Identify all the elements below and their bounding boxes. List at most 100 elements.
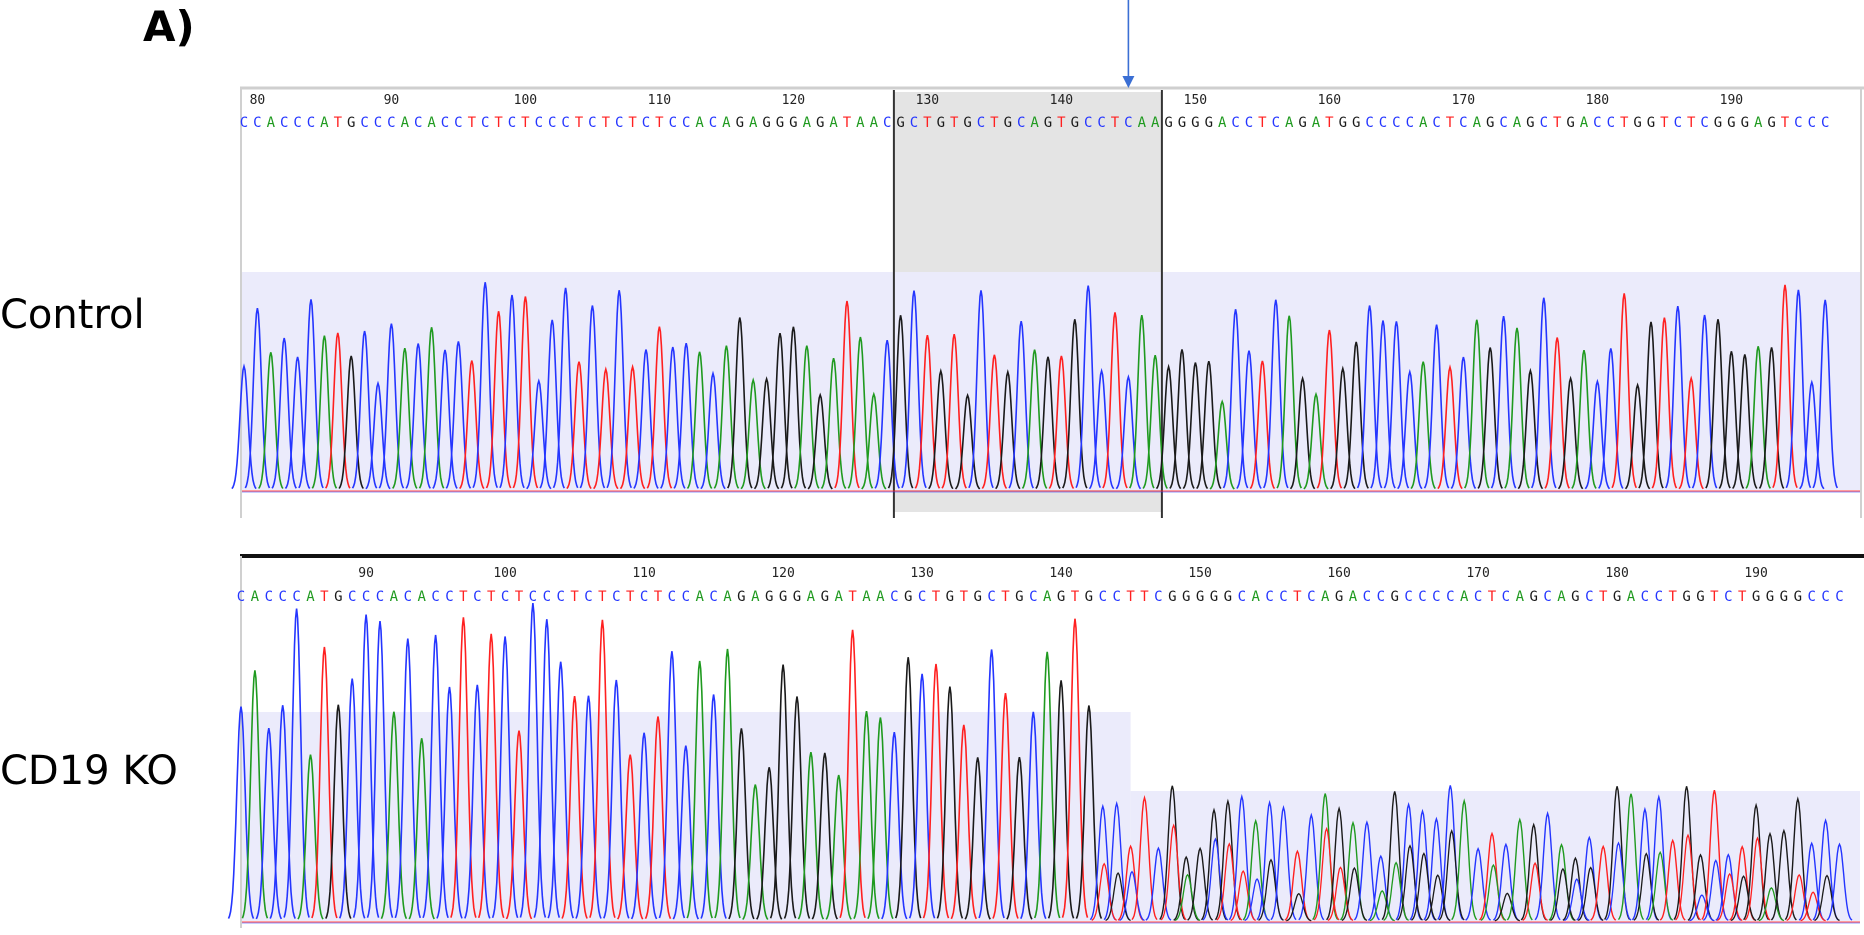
base-call: G [789,115,797,131]
tick-label: 100 [493,566,516,581]
base-call: C [1821,589,1829,605]
base-call: T [990,115,999,131]
tick-label: 190 [1744,566,1767,581]
base-call: A [722,115,731,131]
base-call: T [1057,115,1066,131]
base-call: A [749,115,758,131]
base-call: C [441,115,449,131]
base-call: G [904,589,912,605]
base-call: A [876,589,885,605]
base-call: T [1660,115,1669,131]
base-call: C [535,115,543,131]
base-call: C [1674,115,1682,131]
base-call: A [251,589,260,605]
base-call: C [387,115,395,131]
base-call: C [1363,589,1371,605]
base-call: A [807,589,816,605]
base-call: G [1486,115,1494,131]
base-call: G [1205,115,1213,131]
base-call: A [1419,115,1428,131]
base-call: C [374,115,382,131]
base-call: T [1687,115,1696,131]
tick-label: 120 [771,566,794,581]
ko-trace-panel: 90 100 110 120 130 140 150 160 170 180 190C A C C C A T G… [227,554,1864,928]
base-call: C [1700,115,1708,131]
base-call: C [1097,115,1105,131]
cut-site-arrow-icon [1122,76,1135,88]
base-call: G [737,589,745,605]
tick-label: 190 [1720,93,1743,108]
base-call: G [963,115,971,131]
base-call: C [1404,589,1412,605]
base-call: G [1339,115,1347,131]
base-call: C [376,589,384,605]
base-call: C [348,589,356,605]
base-call: G [1390,589,1398,605]
base-call: T [923,115,932,131]
base-call: A [1349,589,1358,605]
base-call: A [320,115,329,131]
base-call: C [481,115,489,131]
base-call: C [890,589,898,605]
base-call: A [695,115,704,131]
base-call: C [682,589,690,605]
base-call: A [856,115,865,131]
base-call: C [1808,115,1816,131]
tick-label: 110 [632,566,655,581]
base-call: T [655,115,664,131]
base-call: T [1071,589,1080,605]
base-call: T [950,115,959,131]
base-call: C [977,115,985,131]
base-call: T [654,589,663,605]
base-call: C [615,115,623,131]
base-call: A [1218,115,1227,131]
base-call: A [862,589,871,605]
base-call: G [736,115,744,131]
tick-label: 90 [384,93,400,108]
base-call: C [414,115,422,131]
base-call: G [1224,589,1232,605]
base-call: A [306,589,315,605]
tick-label: 170 [1466,566,1489,581]
base-call: C [561,115,569,131]
base-call: C [1231,115,1239,131]
base-call: G [1633,115,1641,131]
base-call: T [1325,115,1334,131]
base-call: C [1540,115,1548,131]
base-call: A [695,589,704,605]
base-call: G [1210,589,1218,605]
base-call: A [1557,589,1566,605]
base-call: A [401,115,410,131]
base-call: C [1099,589,1107,605]
tick-label: 80 [250,93,266,108]
base-call: A [1754,115,1763,131]
base-call: C [1265,589,1273,605]
base-call: G [1780,589,1788,605]
base-call: G [1714,115,1722,131]
base-call: C [360,115,368,131]
tick-label: 150 [1188,566,1211,581]
base-call: C [1124,115,1132,131]
tick-label: 140 [1050,93,1073,108]
base-call: G [776,115,784,131]
base-call: C [682,115,690,131]
base-call: T [848,589,857,605]
base-call: G [1647,115,1655,131]
base-call: C [640,589,648,605]
tick-label: 150 [1184,93,1207,108]
base-call: A [1580,115,1589,131]
base-call: A [723,589,732,605]
tick-label: 160 [1327,566,1350,581]
tick-label: 170 [1452,93,1475,108]
base-call: T [1620,115,1629,131]
base-call: T [960,589,969,605]
base-call: G [1526,115,1534,131]
base-call: C [1392,115,1400,131]
base-call: G [1767,115,1775,131]
base-call: G [1015,589,1023,605]
base-call: A [751,589,760,605]
tick-label: 160 [1318,93,1341,108]
base-call: C [280,115,288,131]
base-call: T [1111,115,1120,131]
base-call: G [1196,589,1204,605]
